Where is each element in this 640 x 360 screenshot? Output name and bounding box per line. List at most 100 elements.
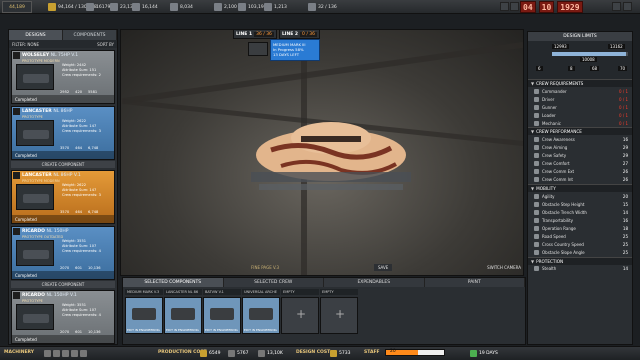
stat-name: Loader [542,112,556,118]
design-cost: 2070 [60,266,70,270]
edit-in-engineering: EDIT IN ENGINEERING [205,328,238,332]
create-component-button[interactable]: CREATE COMPONENT [11,281,115,288]
tab-selected-crew[interactable]: SELECTED CREW [223,278,324,287]
driver-icon [534,96,539,102]
design-name[interactable]: FINE PAGE V.3 [251,265,279,270]
stat-row: Crew Aiming 29 [528,144,632,152]
design-thumbnail [16,64,54,90]
hammer-icon[interactable] [53,350,60,357]
stat-row: Cross Country Speed 25 [528,241,632,249]
resource-value: 1,213 [274,4,287,10]
design-card[interactable]: RICARDO NL 150HP V.1 PROTOTYPE Weight: 355… [11,290,115,344]
chevron-down-icon[interactable]: ▼ [531,81,534,86]
designs-panel: DESIGNS COMPONENTS FILTER: NONE SORT BY … [8,29,118,345]
component-slot[interactable]: EDIT IN ENGINEERING [125,297,163,334]
component-slot[interactable]: EDIT IN ENGINEERING [203,297,241,334]
design-costs: 2070 601 10,136 [60,330,101,334]
agility-icon [534,193,539,199]
production-cost-value: 6549 [209,351,221,356]
storage-icon[interactable] [170,3,178,11]
production-progress-popup[interactable]: MEDIUM MARK III In Progress 58% 13 DAYS … [270,39,320,61]
create-component-button[interactable]: CREATE COMPONENT [11,161,115,168]
section-header[interactable]: ▼ PROTECTION [528,256,632,265]
chevron-down-icon[interactable]: ▼ [531,259,534,264]
bolt-icon[interactable] [80,350,87,357]
design-cost: 601 [75,266,83,270]
section-header[interactable]: ▼ CREW REQUIREMENTS [528,79,632,87]
crew-icon[interactable] [214,3,222,11]
design-cost: 10,136 [88,330,101,334]
resource-4: 8,034 [170,2,193,12]
sort-dropdown[interactable]: SORT BY [97,42,114,47]
tab-designs[interactable]: DESIGNS [9,30,63,40]
design-type-icon [13,52,20,59]
design-card[interactable]: RICARDO NL 150HP PROTOTYPE OUTDATED Weight… [11,226,115,280]
line-2[interactable]: LINE 2 0 / 36 [278,29,320,39]
company-funds: 44,189 [2,1,32,13]
play-icon[interactable] [623,2,632,11]
chevron-down-icon[interactable]: ▼ [531,129,534,134]
notifications-icon[interactable] [500,2,509,11]
stat-name: Driver [542,96,555,102]
empty-slot[interactable] [281,297,319,334]
resource-value: 2,100 [224,4,237,10]
tank-viewport[interactable]: FINE PAGE V.3 SAVE SWITCH CAMERA [120,29,524,276]
line-1[interactable]: LINE 1 36 / 36 [233,29,277,39]
design-crew-req: Crew requirements: 3 [62,193,101,197]
design-cost: 2070 [60,330,70,334]
design-footer: Completed [12,151,114,159]
design-footer: Completed [12,95,114,103]
design-thumbnail [16,304,54,330]
save-button[interactable]: SAVE [373,264,393,271]
design-card[interactable]: LANCASTER NL 86HP PROTOTYPE Weight: 2622 At… [11,106,115,160]
design-card[interactable]: LANCASTER NL 86HP V.1 PROTOTYPE MODERN Wei… [11,170,115,224]
settings-icon[interactable] [510,2,519,11]
design-footer: Completed [12,335,114,343]
stat-row: Agility 20 [528,192,632,200]
stat-row: Obstacle Trench Width 14 [528,208,632,216]
chevron-down-icon[interactable]: ▼ [531,186,534,191]
design-name-tier: NL 75HP V.1 [50,53,79,58]
component-slot[interactable]: EDIT IN ENGINEERING [242,297,280,334]
section-title: CREW REQUIREMENTS [536,81,584,86]
research-icon[interactable] [264,3,272,11]
design-cost: 6,748 [88,146,99,150]
design-cost: 464 [75,210,83,214]
steel-icon[interactable] [86,3,94,11]
tab-selected-components[interactable]: SELECTED COMPONENTS [123,278,224,287]
stat-value: 20 [622,193,628,199]
power-icon[interactable] [238,3,246,11]
section-header[interactable]: ▼ CREW PERFORMANCE [528,127,632,136]
design-costs: 3570 464 6,748 [60,210,98,214]
tab-expendables[interactable]: EXPENDABLES [324,278,425,287]
pause-icon[interactable] [612,2,621,11]
labor-icon[interactable] [132,3,140,11]
stat-name: Mechanic [542,120,561,126]
component-slot[interactable]: EDIT IN ENGINEERING [164,297,202,334]
range-icon [534,225,539,231]
empty-slot[interactable] [320,297,358,334]
parts-icon[interactable] [110,3,118,11]
design-status: PROTOTYPE OUTDATED [22,235,64,239]
tab-paint[interactable]: PAINT [424,278,525,287]
wrench-icon[interactable] [62,350,69,357]
section-header[interactable]: ▼ MOBILITY [528,184,632,193]
cross-country-icon [534,242,539,248]
stat-row: Gunner 0 / 1 [528,103,632,111]
switch-camera-button[interactable]: SWITCH CAMERA [487,265,521,270]
stat-name: Transportability [542,217,574,223]
gear-icon[interactable] [44,350,51,357]
tab-components[interactable]: COMPONENTS [63,30,117,40]
design-name-main: RICARDO [22,293,45,298]
design-completed-label: Completed [15,272,37,278]
money-icon[interactable] [48,3,56,11]
design-type-icon [13,228,20,235]
design-card[interactable]: WOLSELEY NL 75HP V.1 PROTOTYPE MODERN Weig… [11,50,115,104]
section-title: CREW PERFORMANCE [536,129,582,135]
filter-dropdown[interactable]: FILTER: NONE [12,42,39,47]
cog-icon[interactable] [71,350,78,357]
stat-value: 29 [622,153,628,159]
tank-icon[interactable] [308,3,316,11]
tank-model[interactable] [241,100,421,200]
stat-row: Crew Comfort 27 [528,160,632,168]
